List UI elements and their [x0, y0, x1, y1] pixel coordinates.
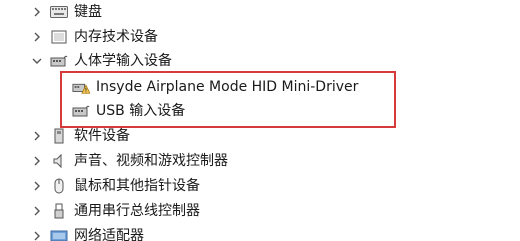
hid-device-icon: [72, 103, 90, 119]
chevron-right-icon[interactable]: [30, 5, 44, 19]
tree-item-label: 鼠标和其他指针设备: [74, 178, 200, 194]
tree-item-usb-controllers[interactable]: 通用串行总线控制器: [30, 199, 200, 223]
tree-item-memory-technology[interactable]: 内存技术设备: [30, 25, 158, 49]
tree-item-keyboard[interactable]: 键盘: [30, 0, 102, 24]
chevron-right-icon[interactable]: [30, 30, 44, 44]
tree-child-insyde-airplane-mode[interactable]: Insyde Airplane Mode HID Mini-Driver: [72, 75, 358, 99]
keyboard-icon: [50, 4, 68, 20]
warning-device-icon: [72, 79, 90, 95]
tree-item-sound-video-game[interactable]: 声音、视频和游戏控制器: [30, 149, 228, 173]
tree-item-label: 声音、视频和游戏控制器: [74, 153, 228, 169]
tree-item-label: 网络适配器: [74, 228, 144, 241]
hid-device-icon: [50, 53, 68, 69]
tree-item-label: Insyde Airplane Mode HID Mini-Driver: [96, 79, 359, 95]
tree-item-label: 软件设备: [74, 128, 130, 144]
tree-child-usb-input-device[interactable]: USB 输入设备: [72, 99, 185, 123]
software-device-icon: [50, 128, 68, 144]
chevron-down-icon[interactable]: [30, 54, 44, 68]
tree-item-network-adapters[interactable]: 网络适配器: [30, 224, 144, 241]
tree-item-label: USB 输入设备: [96, 103, 186, 119]
memory-device-icon: [50, 29, 68, 45]
usb-icon: [50, 203, 68, 219]
chevron-right-icon[interactable]: [30, 179, 44, 193]
chevron-right-icon[interactable]: [30, 154, 44, 168]
tree-item-hid[interactable]: 人体学输入设备: [30, 49, 172, 73]
tree-item-label: 人体学输入设备: [74, 53, 172, 69]
tree-item-label: 键盘: [74, 4, 102, 20]
tree-item-label: 内存技术设备: [74, 29, 158, 45]
network-adapter-icon: [50, 228, 68, 241]
chevron-right-icon[interactable]: [30, 229, 44, 241]
chevron-right-icon[interactable]: [30, 129, 44, 143]
mouse-icon: [50, 178, 68, 194]
device-manager-tree: 键盘 内存技术设备 人体学输入设备 Insyde Airplane Mode H…: [0, 0, 520, 241]
tree-item-software-devices[interactable]: 软件设备: [30, 124, 130, 148]
tree-item-label: 通用串行总线控制器: [74, 203, 200, 219]
speaker-icon: [50, 153, 68, 169]
tree-item-mouse-pointing[interactable]: 鼠标和其他指针设备: [30, 174, 200, 198]
chevron-right-icon[interactable]: [30, 204, 44, 218]
